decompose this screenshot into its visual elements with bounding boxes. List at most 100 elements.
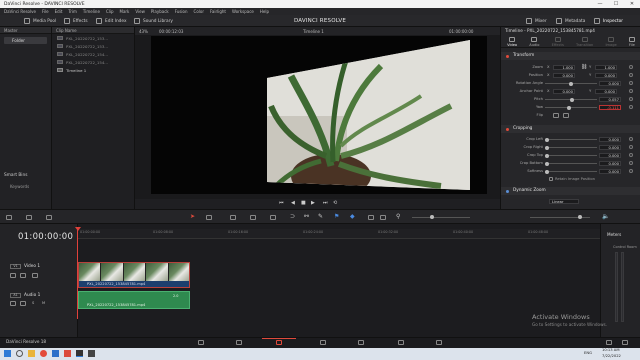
menu-item[interactable]: Clip <box>106 9 114 14</box>
slider-knob[interactable] <box>545 145 549 150</box>
zoom-search-icon[interactable]: ⚲ <box>396 213 400 220</box>
audio-level-knob[interactable] <box>578 215 582 219</box>
selection-tool-icon[interactable]: ➤ <box>190 213 195 220</box>
skip-to-end-icon[interactable]: ⏭ <box>323 200 328 206</box>
timeline-ruler[interactable]: 01:00:00:00 01:00:08:00 01:00:16:00 01:0… <box>78 229 600 239</box>
slider-knob[interactable] <box>545 153 549 158</box>
menu-item[interactable]: Trim <box>68 9 77 14</box>
zoom-detail-icon[interactable] <box>380 215 386 220</box>
track-lock-icon[interactable] <box>10 301 16 306</box>
chrome-icon[interactable] <box>40 350 47 357</box>
video-clip[interactable]: PXL_20220722_153845781.mp4 <box>78 262 190 288</box>
maximize-button[interactable]: ☐ <box>608 0 624 8</box>
reset-icon[interactable] <box>629 137 633 141</box>
list-item[interactable]: PXL_20220722_153... <box>52 42 134 50</box>
stop-icon[interactable]: ■ <box>301 200 306 206</box>
mixer-button[interactable]: Mixer <box>526 17 547 25</box>
yaw-slider[interactable] <box>545 107 597 108</box>
slider-knob[interactable] <box>545 137 549 142</box>
tab-effects[interactable]: Effects <box>552 35 564 47</box>
list-item[interactable]: PXL_20220722_153... <box>52 34 134 42</box>
list-item[interactable]: PXL_20220722_154... <box>52 58 134 66</box>
slider-knob[interactable] <box>570 97 574 102</box>
menu-item[interactable]: File <box>42 9 49 14</box>
tab-video[interactable]: Video <box>507 35 517 47</box>
zoom-x-field[interactable]: 1.000 <box>553 64 575 70</box>
menu-item[interactable]: DaVinci Resolve <box>4 9 36 14</box>
reset-icon[interactable] <box>629 89 633 93</box>
solo-button[interactable]: S <box>32 301 34 305</box>
menu-item[interactable]: Fusion <box>175 9 188 14</box>
play-reverse-icon[interactable]: ◀ <box>291 200 295 206</box>
softness-slider[interactable] <box>545 171 597 172</box>
slider-knob[interactable] <box>545 169 549 174</box>
smart-bins-header[interactable]: Smart Bins <box>4 173 27 178</box>
position-y-field[interactable]: 0.000 <box>595 72 617 78</box>
crop-top-slider[interactable] <box>545 155 597 156</box>
linked-selection-icon[interactable]: ⚯ <box>304 213 309 220</box>
skip-to-start-icon[interactable]: ⏮ <box>279 200 284 206</box>
rotation-field[interactable]: 0.000 <box>599 80 621 86</box>
tab-file[interactable]: File <box>628 35 635 47</box>
track-visibility-icon[interactable] <box>32 273 38 278</box>
slider-knob[interactable] <box>567 105 571 110</box>
color-page-icon[interactable] <box>358 340 364 345</box>
timeline-view-icon[interactable] <box>26 215 32 220</box>
section-enable-icon[interactable] <box>506 127 509 131</box>
reset-icon[interactable] <box>629 65 633 69</box>
menu-item[interactable]: Workspace <box>232 9 254 14</box>
tab-audio[interactable]: Audio <box>529 35 539 47</box>
crop-bottom-field[interactable]: 0.000 <box>599 160 621 166</box>
menu-item[interactable]: View <box>135 9 145 14</box>
home-icon[interactable] <box>606 340 612 345</box>
timeline-timecode[interactable]: 01:00:00:00 <box>18 232 73 242</box>
auto-select-icon[interactable] <box>20 301 26 306</box>
menu-item[interactable]: Fairlight <box>210 9 226 14</box>
anchor-y-field[interactable]: 0.000 <box>595 88 617 94</box>
flip-horizontal-icon[interactable] <box>553 113 559 118</box>
media-page-icon[interactable] <box>198 340 204 345</box>
softness-field[interactable]: 0.000 <box>599 168 621 174</box>
tab-image[interactable]: Image <box>605 35 617 47</box>
fusion-page-icon[interactable] <box>320 340 326 345</box>
timeline-area[interactable]: 01:00:00:00 V1 Video 1 A1 Audio 1 S M 01… <box>0 224 600 337</box>
flip-vertical-icon[interactable] <box>563 113 569 118</box>
replace-clip-icon[interactable] <box>270 215 276 220</box>
slider-knob[interactable] <box>569 81 573 86</box>
file-explorer-icon[interactable] <box>28 350 35 357</box>
reset-icon[interactable] <box>629 97 633 101</box>
zoom-full-icon[interactable] <box>368 215 374 220</box>
crop-right-slider[interactable] <box>545 147 597 148</box>
davinci-resolve-taskbar-icon[interactable] <box>76 350 83 357</box>
reset-icon[interactable] <box>629 169 633 173</box>
edge-icon[interactable] <box>52 350 59 357</box>
list-item[interactable]: PXL_20220722_154... <box>52 50 134 58</box>
clock-time[interactable]: 10:13 AM <box>602 348 620 352</box>
reset-icon[interactable] <box>629 81 633 85</box>
timeline-name-dropdown[interactable]: Timeline 1 <box>303 29 324 34</box>
reset-icon[interactable] <box>629 161 633 165</box>
cut-page-icon[interactable] <box>236 340 242 345</box>
crop-top-field[interactable]: 0.000 <box>599 152 621 158</box>
deliver-page-icon[interactable] <box>436 340 442 345</box>
v1-track-tag[interactable]: V1 <box>10 264 21 269</box>
metadata-button[interactable]: Metadata <box>556 17 585 25</box>
menu-item[interactable]: Color <box>194 9 204 14</box>
transform-section-header[interactable]: Transform <box>501 52 640 60</box>
zoom-y-field[interactable]: 1.000 <box>595 64 617 70</box>
trim-tool-icon[interactable] <box>206 215 212 220</box>
edit-page-icon[interactable] <box>276 340 282 345</box>
dynamic-zoom-section-header[interactable]: Dynamic Zoom <box>501 187 640 195</box>
reset-icon[interactable] <box>629 153 633 157</box>
start-icon[interactable] <box>4 350 11 357</box>
video-track-name[interactable]: Video 1 <box>24 264 40 269</box>
minimize-button[interactable]: — <box>592 0 608 8</box>
taskbar-app-icon[interactable] <box>88 350 95 357</box>
fairlight-page-icon[interactable] <box>398 340 404 345</box>
clip-name-column-header[interactable]: Clip Name <box>52 27 134 34</box>
media-app-icon[interactable] <box>64 350 71 357</box>
menu-item[interactable]: Playback <box>151 9 169 14</box>
slider-knob[interactable] <box>545 161 549 166</box>
a1-track-tag[interactable]: A1 <box>10 293 21 298</box>
dynamic-zoom-ease-select[interactable]: Linear <box>549 198 579 204</box>
